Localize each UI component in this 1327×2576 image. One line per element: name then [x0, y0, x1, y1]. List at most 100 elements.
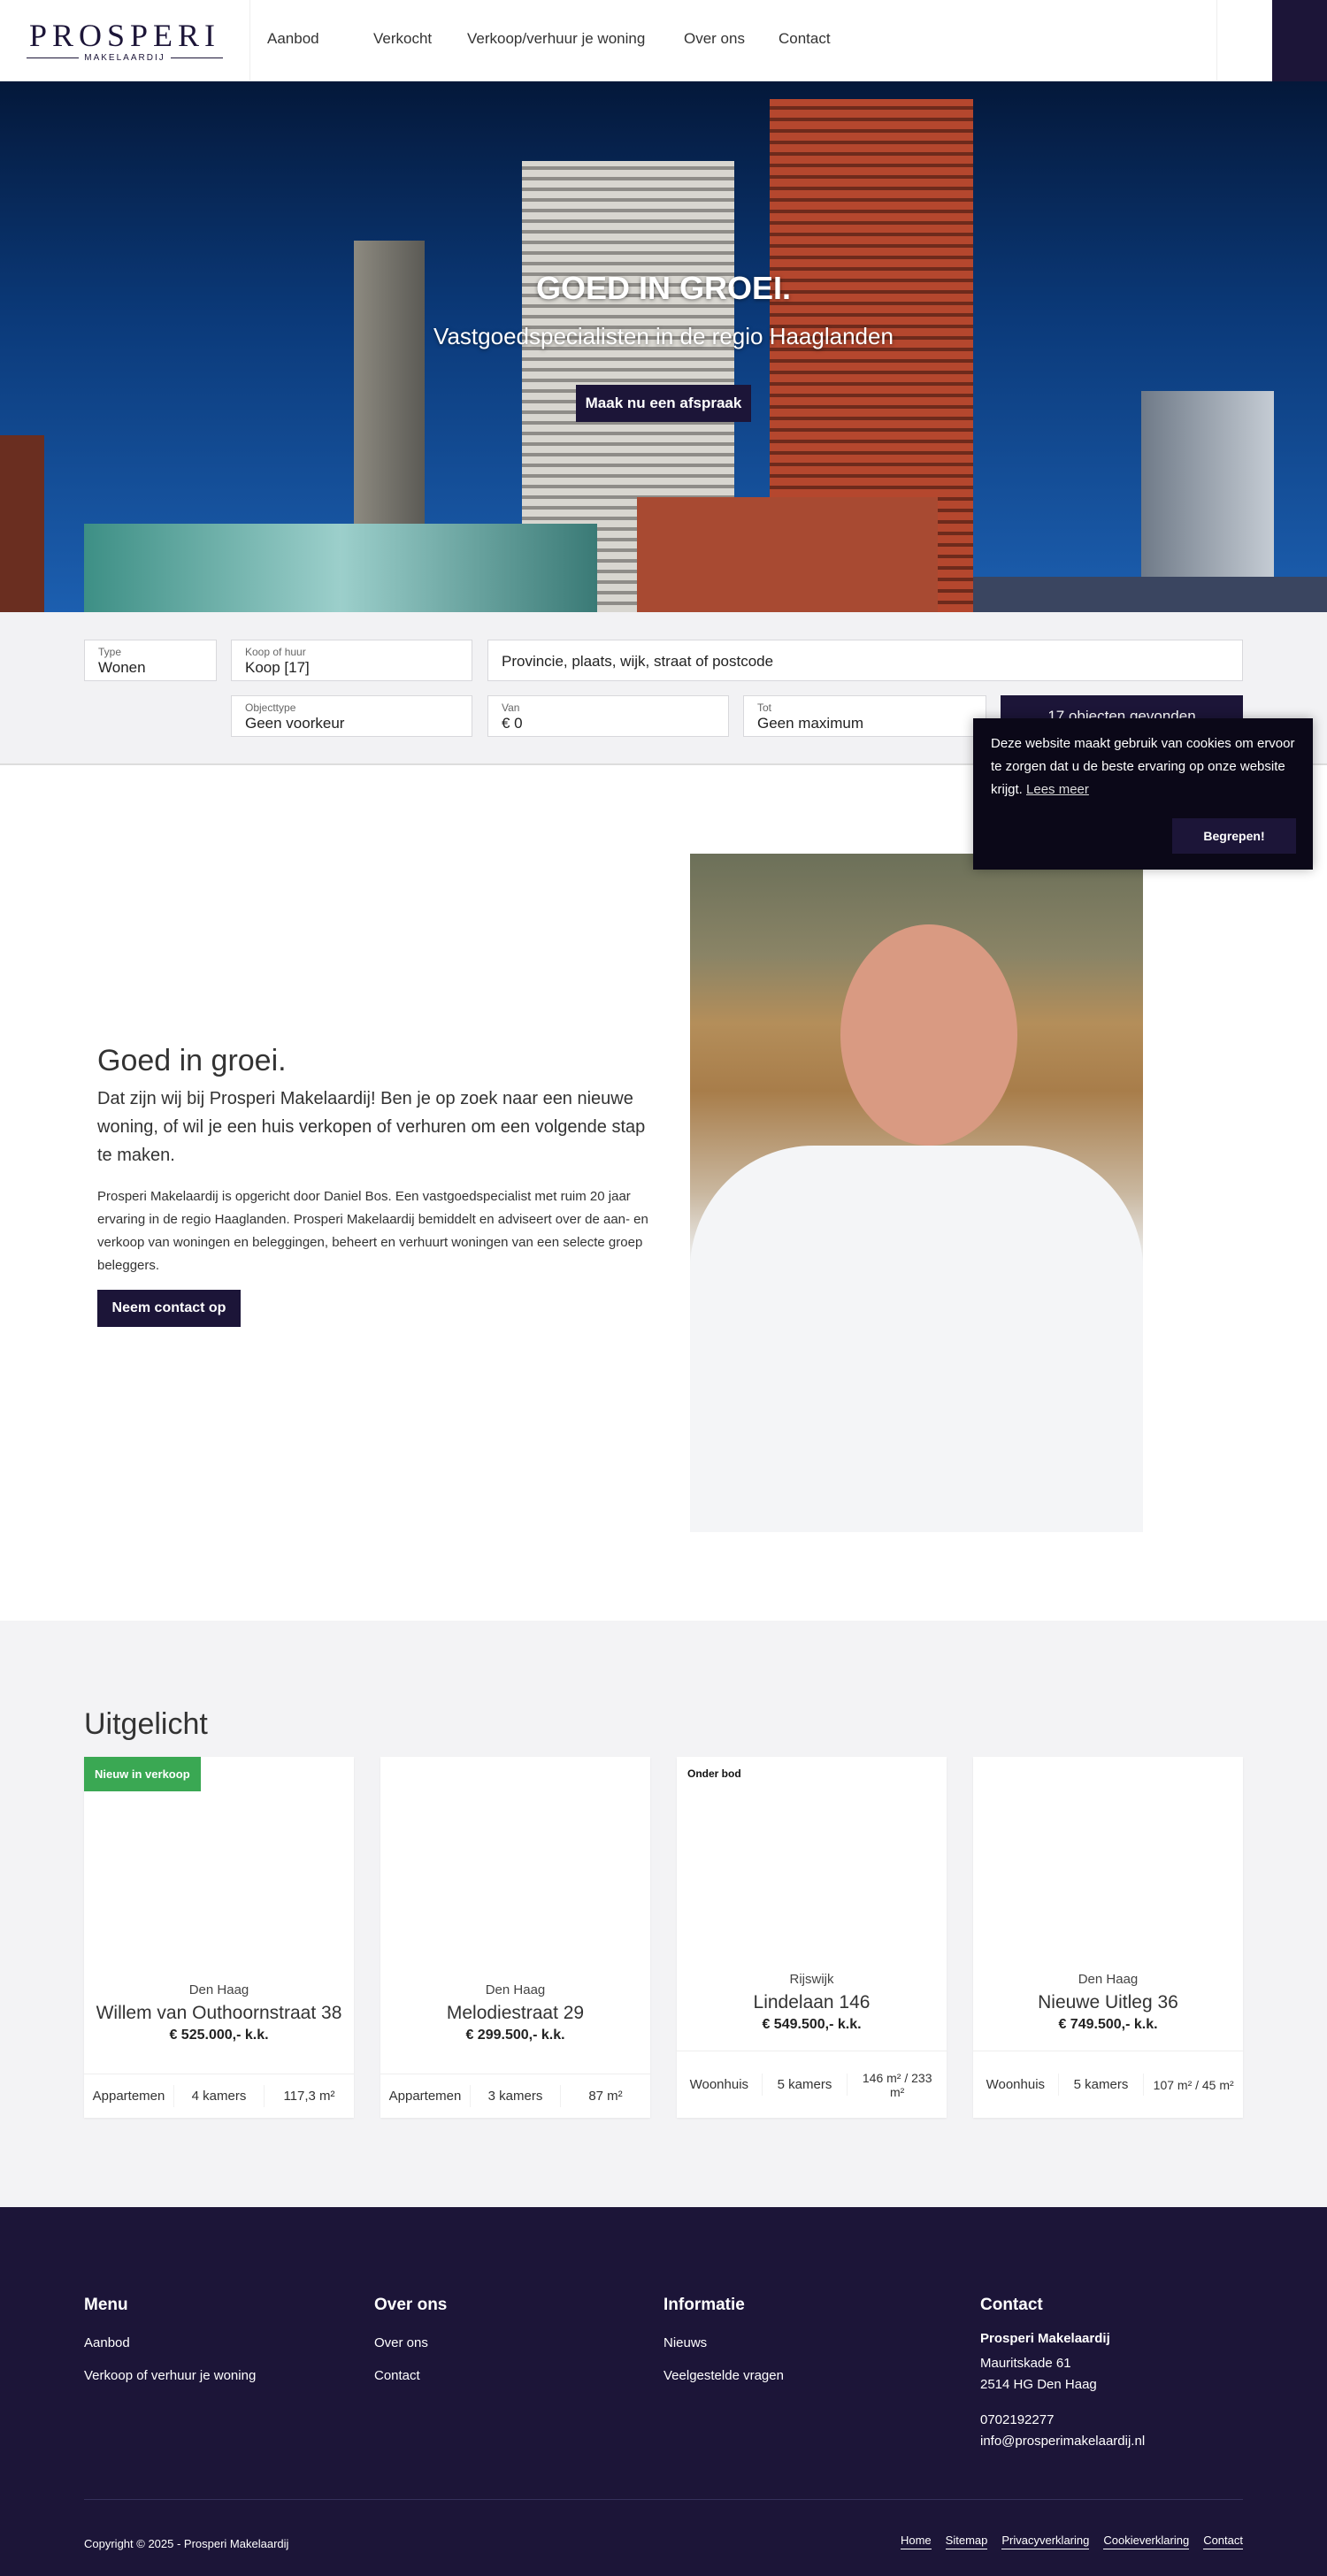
- cookie-read-more-link[interactable]: Lees meer: [1026, 782, 1089, 797]
- koop-label: Koop of huur: [245, 646, 306, 658]
- about-body: Prosperi Makelaardij is opgericht door D…: [97, 1189, 648, 1273]
- footer-link-contact[interactable]: Contact: [374, 2368, 420, 2383]
- about-lead: Dat zijn wij bij Prosperi Makelaardij! B…: [97, 1089, 646, 1165]
- card-type: Woonhuis: [677, 2074, 763, 2096]
- company-name: Prosperi Makelaardij: [980, 2331, 1110, 2346]
- about-heading: Goed in groei.: [97, 1044, 287, 1077]
- footer-link-verkoop[interactable]: Verkoop of verhuur je woning: [84, 2368, 256, 2383]
- card-area: 107 m² / 45 m²: [1153, 2077, 1234, 2092]
- address-city: 2514 HG Den Haag: [980, 2377, 1097, 2392]
- tot-value: Geen maximum: [757, 715, 863, 732]
- card-price: € 749.500,- k.k.: [1058, 2017, 1158, 2032]
- card-price: € 549.500,- k.k.: [762, 2017, 862, 2032]
- card-rooms: 3 kamers: [471, 2085, 561, 2107]
- hero-building: [84, 524, 597, 612]
- founder-photo: [690, 854, 1143, 1532]
- footer-link-aanbod[interactable]: Aanbod: [84, 2335, 130, 2350]
- nav-aanbod[interactable]: Aanbod: [267, 30, 319, 48]
- site-header: PROSPERI MAKELAARDIJ Aanbod Verkocht Ver…: [0, 0, 1327, 81]
- phone-link[interactable]: 0702192277: [980, 2412, 1054, 2427]
- footer-over-heading: Over ons: [374, 2296, 448, 2314]
- logo[interactable]: PROSPERI MAKELAARDIJ: [27, 19, 223, 64]
- card-city: Den Haag: [188, 1982, 249, 1997]
- van-value: € 0: [502, 715, 523, 732]
- cookie-banner: Deze website maakt gebruik van cookies o…: [973, 718, 1313, 870]
- hero-building: [973, 577, 1327, 612]
- address-street: Mauritskade 61: [980, 2356, 1071, 2371]
- card-rooms: 5 kamers: [1059, 2074, 1145, 2096]
- copyright: Copyright © 2025 - Prosperi Makelaardij: [84, 2537, 289, 2550]
- price-from-select[interactable]: Van € 0: [487, 695, 729, 737]
- card-title: Melodiestraat 29: [446, 2003, 585, 2023]
- footer-link-over-ons[interactable]: Over ons: [374, 2335, 428, 2350]
- footer-info-heading: Informatie: [664, 2296, 745, 2314]
- card-rooms: 4 kamers: [174, 2085, 265, 2107]
- hero-subtitle: Vastgoedspecialisten in de regio Haaglan…: [433, 323, 894, 349]
- koop-value: Koop [17]: [245, 659, 310, 676]
- bottom-link-contact[interactable]: Contact: [1203, 2534, 1243, 2549]
- card-area: 146 m² / 233 m²: [862, 2070, 932, 2099]
- card-price: € 525.000,- k.k.: [169, 2028, 269, 2043]
- photo-shirt: [690, 1146, 1143, 1532]
- property-card[interactable]: Nieuw in verkoop Den Haag Willem van Out…: [84, 1757, 354, 2118]
- property-card[interactable]: Den Haag Nieuwe Uitleg 36 € 749.500,- k.…: [973, 1757, 1243, 2118]
- card-city: Den Haag: [485, 1982, 546, 1997]
- footer-bottom-links: Home Sitemap Privacyverklaring Cookieverkla…: [886, 2533, 1243, 2549]
- footer-menu-heading: Menu: [84, 2296, 128, 2314]
- card-type: Appartemen: [84, 2085, 174, 2107]
- contact-button[interactable]: Neem contact op: [97, 1290, 241, 1327]
- card-price: € 299.500,- k.k.: [465, 2028, 565, 2043]
- bottom-link-cookies[interactable]: Cookieverklaring: [1103, 2534, 1190, 2549]
- price-to-select[interactable]: Tot Geen maximum: [743, 695, 986, 737]
- hero-building: [0, 435, 44, 612]
- card-title: Willem van Outhoornstraat 38: [96, 2003, 342, 2023]
- location-input[interactable]: Provincie, plaats, wijk, straat of postc…: [487, 640, 1243, 681]
- property-card[interactable]: Onder bod Rijswijk Lindelaan 146 € 549.5…: [677, 1757, 947, 2118]
- nav-verkoop-verhuur[interactable]: Verkoop/verhuur je woning: [467, 30, 645, 48]
- status-badge: Nieuw in verkoop: [84, 1757, 201, 1791]
- logo-name: PROSPERI: [28, 18, 221, 53]
- koop-huur-select[interactable]: Koop of huur Koop [17]: [231, 640, 472, 681]
- footer-divider: [84, 2499, 1243, 2500]
- objecttype-select[interactable]: Objecttype Geen voorkeur: [231, 695, 472, 737]
- card-type: Woonhuis: [973, 2074, 1059, 2096]
- footer-contact-heading: Contact: [980, 2296, 1043, 2314]
- type-select[interactable]: Type Wonen: [84, 640, 217, 681]
- bottom-link-privacy[interactable]: Privacyverklaring: [1001, 2534, 1090, 2549]
- property-card[interactable]: Den Haag Melodiestraat 29 € 299.500,- k.…: [380, 1757, 650, 2118]
- nav-verkocht[interactable]: Verkocht: [373, 30, 432, 48]
- hero-building: [637, 497, 938, 612]
- type-label: Type: [98, 646, 122, 658]
- card-title: Nieuwe Uitleg 36: [1038, 1992, 1178, 2012]
- bottom-link-sitemap[interactable]: Sitemap: [945, 2534, 988, 2549]
- photo-face: [840, 924, 1017, 1146]
- menu-toggle-button[interactable]: [1272, 0, 1327, 81]
- status-badge: Onder bod: [687, 1767, 741, 1780]
- email-link[interactable]: info@prosperimakelaardij.nl: [980, 2434, 1145, 2449]
- type-value: Wonen: [98, 659, 146, 676]
- appointment-button[interactable]: Maak nu een afspraak: [576, 385, 751, 422]
- card-city: Den Haag: [1078, 1972, 1139, 1987]
- nav-contact[interactable]: Contact: [779, 30, 831, 48]
- van-label: Van: [502, 702, 520, 714]
- site-footer: Menu Aanbod Verkoop of verhuur je woning…: [0, 2207, 1327, 2576]
- card-city: Rijswijk: [789, 1972, 834, 1987]
- hero-title: GOED IN GROEI.: [535, 270, 792, 306]
- card-area: 117,3 m²: [283, 2089, 335, 2104]
- card-type: Appartemen: [380, 2085, 471, 2107]
- tot-label: Tot: [757, 702, 772, 714]
- objecttype-label: Objecttype: [245, 702, 296, 714]
- featured-heading: Uitgelicht: [84, 1707, 208, 1741]
- location-placeholder: Provincie, plaats, wijk, straat of postc…: [502, 653, 774, 670]
- footer-link-nieuws[interactable]: Nieuws: [664, 2335, 707, 2350]
- card-rooms: 5 kamers: [763, 2074, 848, 2096]
- card-title: Lindelaan 146: [753, 1992, 871, 2012]
- bottom-link-home[interactable]: Home: [900, 2534, 932, 2549]
- nav-over-ons[interactable]: Over ons: [684, 30, 745, 48]
- cookie-accept-button[interactable]: Begrepen!: [1172, 818, 1296, 854]
- logo-sub: MAKELAARDIJ: [84, 53, 165, 63]
- footer-link-faq[interactable]: Veelgestelde vragen: [664, 2368, 784, 2383]
- divider: [1216, 0, 1217, 81]
- divider: [249, 0, 250, 81]
- objecttype-value: Geen voorkeur: [245, 715, 345, 732]
